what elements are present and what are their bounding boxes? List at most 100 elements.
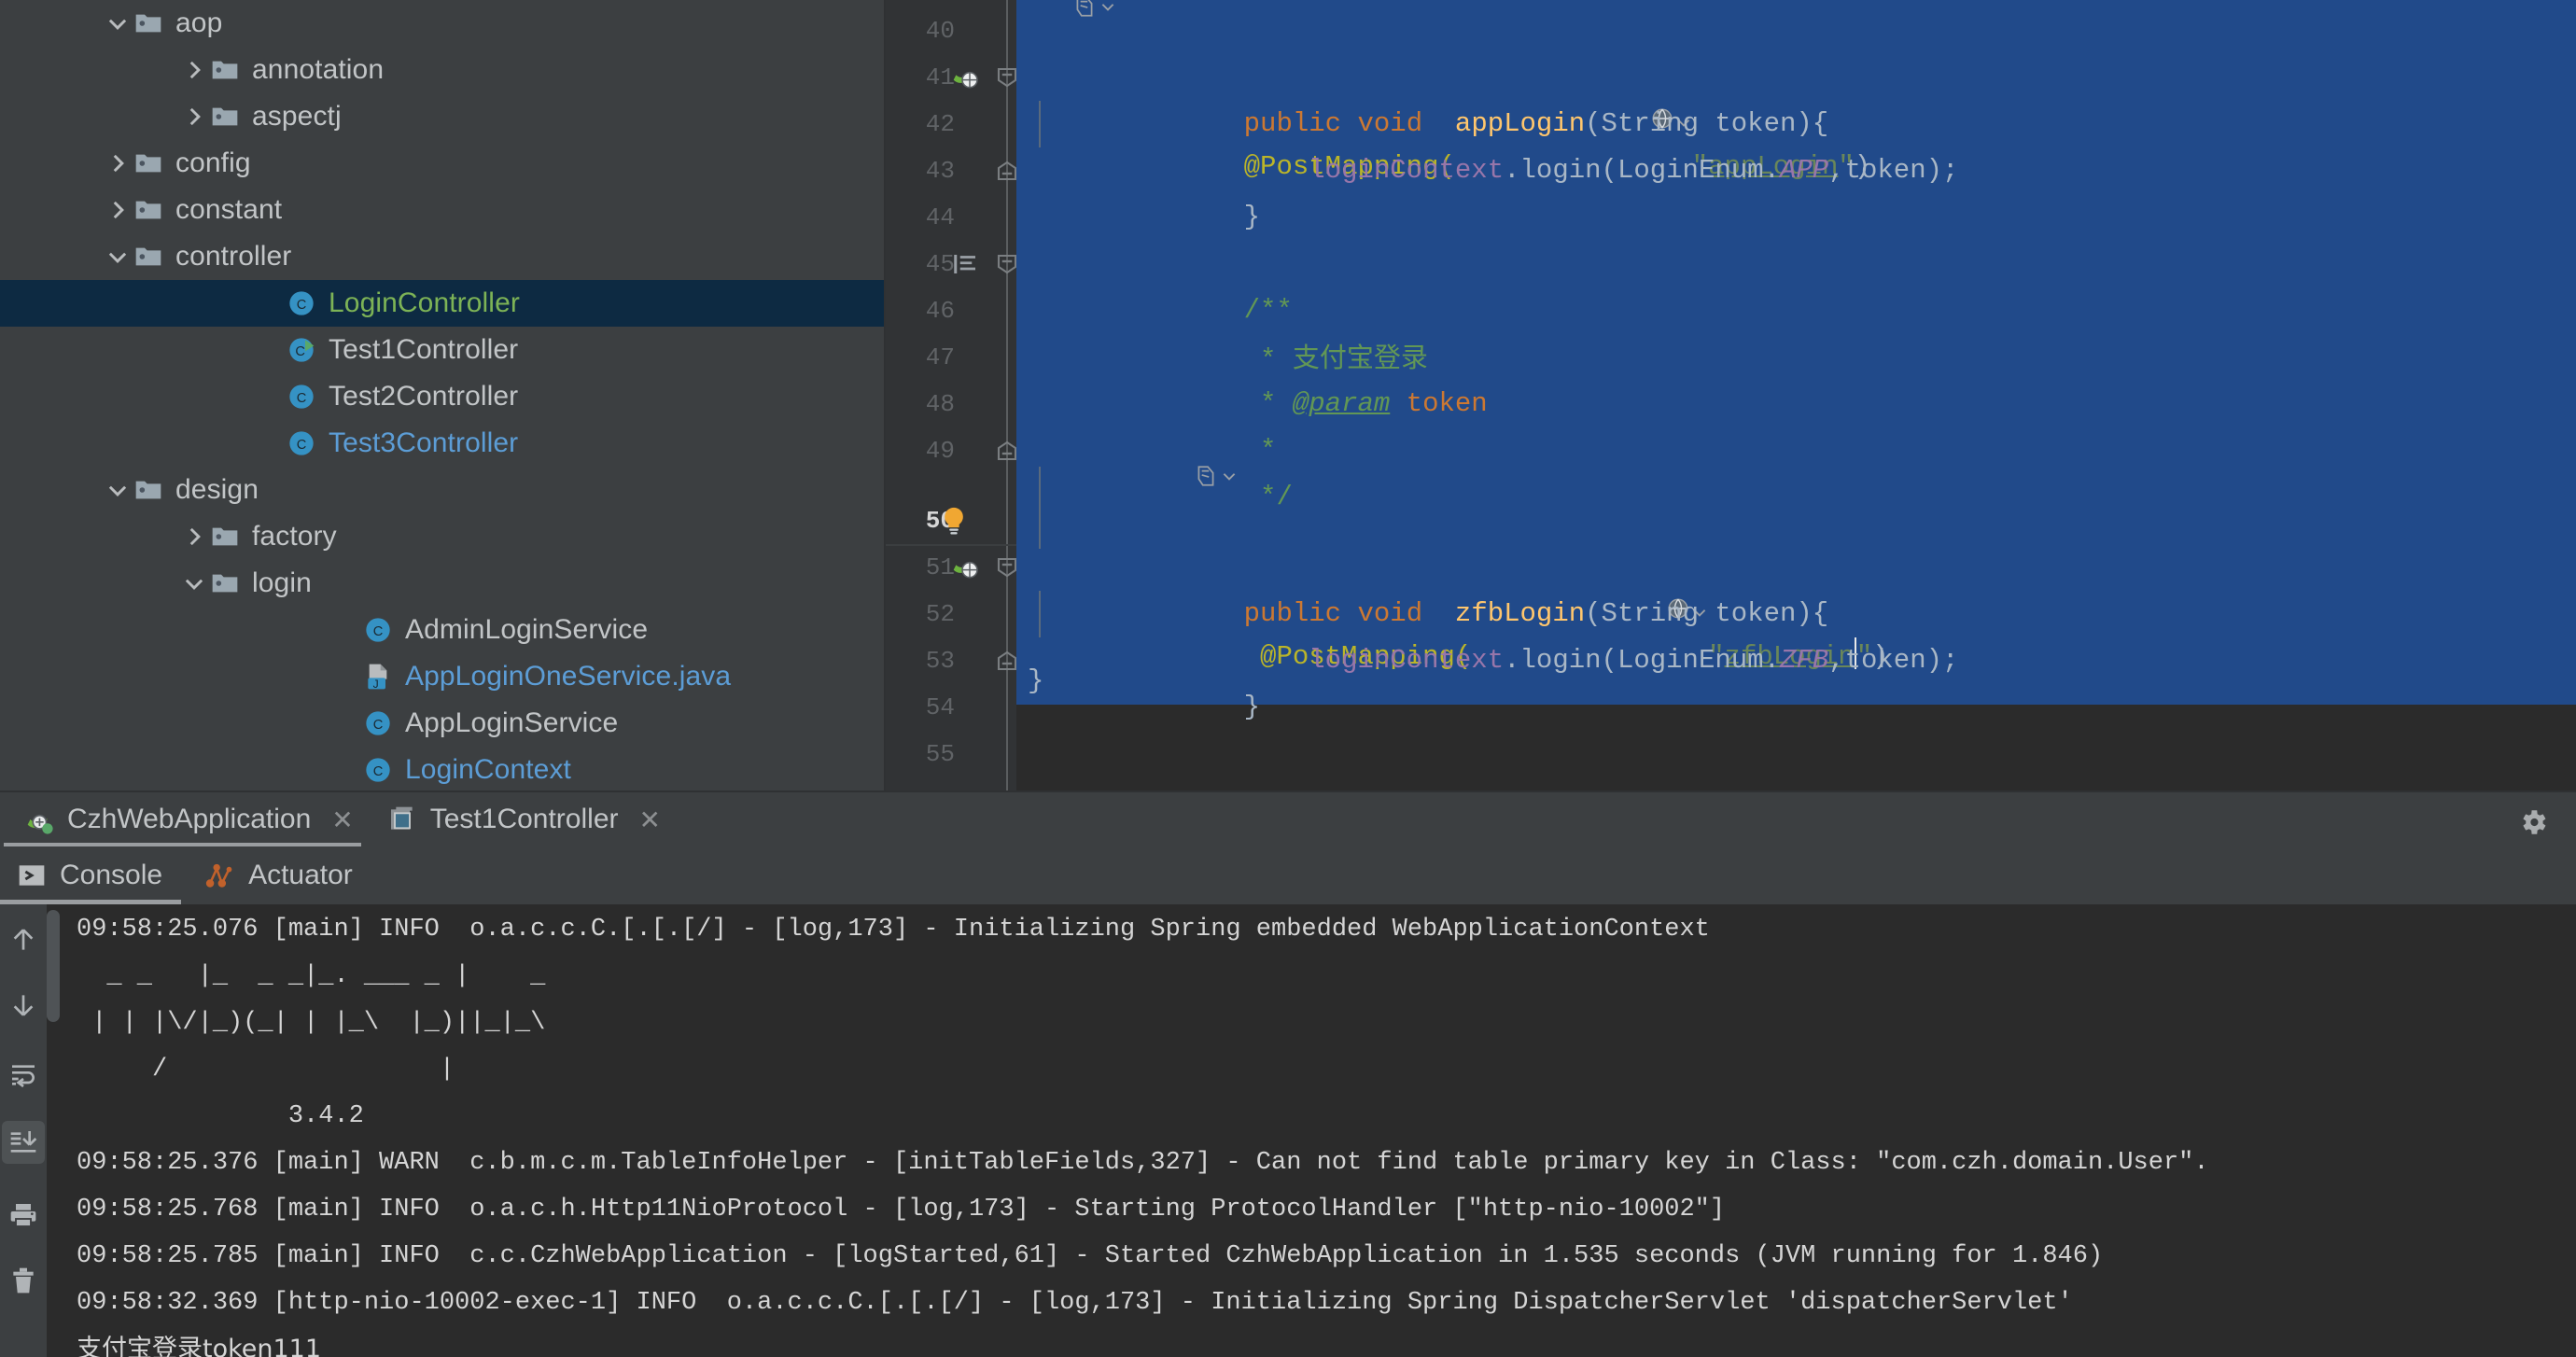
tree-item-factory[interactable]: factory xyxy=(0,513,884,560)
chevron-right-icon[interactable] xyxy=(179,102,209,132)
gutter-spring-bean-web-icon-51[interactable] xyxy=(947,544,985,591)
tree-item-controller[interactable]: controller xyxy=(0,233,884,280)
chevron-right-icon[interactable] xyxy=(103,195,133,225)
code-line-44[interactable] xyxy=(1016,194,2576,241)
console-line: 3.4.2 xyxy=(77,1102,364,1130)
code-line-50[interactable]: @PostMapping( "zfbLogin") xyxy=(1016,497,2576,672)
code-line-52[interactable]: loginContext.login(LoginEnum.ZFB,token); xyxy=(1016,591,2576,676)
spring-bean-web-icon[interactable] xyxy=(951,553,981,582)
code-line-45[interactable]: /** xyxy=(1016,241,2576,326)
run-tab-test1controller[interactable]: Test1Controller ✕ xyxy=(365,791,672,847)
console-toolbar[interactable] xyxy=(0,904,47,1357)
gear-icon[interactable] xyxy=(2516,805,2550,839)
chevron-right-icon[interactable] xyxy=(179,55,209,85)
run-tab-czhwebapplication[interactable]: CzhWebApplication ✕ xyxy=(0,791,365,847)
chevron-down-icon[interactable] xyxy=(182,571,206,595)
console-output[interactable]: 09:58:25.076 [main] INFO o.a.c.c.C.[.[.[… xyxy=(47,904,2576,1357)
chevron-down-icon[interactable] xyxy=(105,478,130,502)
tree-item-aop[interactable]: aop xyxy=(0,0,884,47)
spring-boot-running-icon xyxy=(27,814,53,834)
chevron-right-icon[interactable] xyxy=(179,522,209,552)
tree-item-test1controller[interactable]: C Test1Controller xyxy=(0,327,884,373)
console-tab-console[interactable]: Console xyxy=(0,846,187,904)
code-line-43[interactable]: } xyxy=(1016,147,2576,232)
chevron-down-icon[interactable] xyxy=(105,11,130,35)
soft-wrap-icon[interactable] xyxy=(8,1060,38,1090)
chevron-down-icon[interactable] xyxy=(105,245,130,269)
chevron-right-icon[interactable] xyxy=(182,525,206,549)
code-line-40[interactable]: @PostMapping( "appLogin") xyxy=(1016,7,2576,182)
code-editor[interactable]: 4041424344454647484950515253545556 @Post… xyxy=(886,0,2576,790)
java-file-icon: J xyxy=(362,661,394,692)
code-line-48[interactable]: * xyxy=(1016,381,2576,466)
javadoc-icon[interactable] xyxy=(952,250,980,278)
next-occurrence[interactable] xyxy=(2,984,45,1027)
scroll-to-end-icon[interactable] xyxy=(8,1127,38,1157)
tree-item-config[interactable]: config xyxy=(0,140,884,187)
indent-guide-42 xyxy=(1039,101,1041,147)
editor-gutter[interactable]: 4041424344454647484950515253545556 xyxy=(886,0,1017,790)
spring-inlay-hint-zfb[interactable] xyxy=(1194,462,1238,490)
chevron-right-icon[interactable] xyxy=(182,58,206,82)
trash-icon[interactable] xyxy=(8,1266,38,1295)
scroll-to-end-toggle[interactable] xyxy=(2,1121,45,1164)
code-line-47[interactable]: * @param token xyxy=(1016,334,2576,419)
arrow-down-icon[interactable] xyxy=(8,990,38,1020)
spring-bean-web-icon[interactable] xyxy=(951,63,981,92)
java-class-icon: C xyxy=(289,291,314,315)
folder-icon xyxy=(135,201,161,219)
console-scrollbar[interactable] xyxy=(47,910,60,1022)
tree-item-logincontext[interactable]: C LoginContext xyxy=(0,747,884,790)
print-icon[interactable] xyxy=(8,1200,38,1230)
arrow-up-icon[interactable] xyxy=(8,925,38,955)
chevron-right-icon[interactable] xyxy=(182,105,206,129)
code-line-46[interactable]: * 支付宝登录 xyxy=(1016,287,2576,375)
tree-item-label: AdminLoginService xyxy=(405,614,649,645)
console-icon xyxy=(17,860,47,890)
tree-item-logincontroller[interactable]: C LoginController xyxy=(0,280,884,327)
gutter-intention-bulb-icon-50[interactable] xyxy=(932,497,975,544)
tree-item-apploginoneservice-java[interactable]: J AppLoginOneService.java xyxy=(0,653,884,700)
tree-item-adminloginservice[interactable]: C AdminLoginService xyxy=(0,607,884,653)
tree-item-test2controller[interactable]: C Test2Controller xyxy=(0,373,884,420)
chevron-right-icon[interactable] xyxy=(105,151,130,175)
code-line-55-text[interactable] xyxy=(1016,658,2576,705)
chevron-down-icon[interactable] xyxy=(103,242,133,272)
console-tab-actuator[interactable]: Actuator xyxy=(187,846,377,904)
folder-icon xyxy=(209,101,241,133)
code-line-49[interactable]: */ xyxy=(1016,427,2576,512)
chevron-down-icon[interactable] xyxy=(103,8,133,38)
tree-item-aspectj[interactable]: aspectj xyxy=(0,93,884,140)
gutter-javadoc-icon-45[interactable] xyxy=(947,241,985,287)
chevron-right-icon[interactable] xyxy=(105,198,130,222)
chevron-down-icon[interactable] xyxy=(179,568,209,598)
close-icon[interactable]: ✕ xyxy=(639,804,661,835)
tree-item-annotation[interactable]: annotation xyxy=(0,47,884,93)
code-line-42[interactable]: loginContext.login(LoginEnum.APP,token); xyxy=(1016,101,2576,186)
tree-item-login[interactable]: login xyxy=(0,560,884,607)
close-icon[interactable]: ✕ xyxy=(331,804,353,835)
tree-item-design[interactable]: design xyxy=(0,467,884,513)
project-tree-panel[interactable]: aop annotation aspectj config constant contro… xyxy=(0,0,884,790)
clear-all-button[interactable] xyxy=(2,1259,45,1302)
tree-item-label: constant xyxy=(175,194,283,225)
folder-icon xyxy=(135,481,161,499)
intention-bulb-icon[interactable] xyxy=(938,505,970,537)
console-tool-tabs[interactable]: Console Actuator xyxy=(0,846,2576,904)
code-text-area[interactable]: @PostMapping( "appLogin") public void ap… xyxy=(1016,0,2576,790)
gutter-spring-bean-web-icon-41[interactable] xyxy=(947,54,985,101)
run-tool-window-tabs[interactable]: CzhWebApplication ✕ Test1Controller ✕ xyxy=(0,790,2576,847)
soft-wrap-toggle[interactable] xyxy=(2,1054,45,1097)
tree-item-constant[interactable]: constant xyxy=(0,187,884,233)
previous-occurrence[interactable] xyxy=(2,918,45,961)
code-line-41[interactable]: public void appLogin(String token){ xyxy=(1016,54,2576,139)
code-line-51[interactable]: public void zfbLogin(String token){ xyxy=(1016,544,2576,629)
tree-item-test3controller[interactable]: C Test3Controller xyxy=(0,420,884,467)
chevron-right-icon[interactable] xyxy=(103,148,133,178)
svg-text:C: C xyxy=(297,438,307,453)
chevron-down-icon[interactable] xyxy=(103,475,133,505)
tree-item-apploginservice[interactable]: C AppLoginService xyxy=(0,700,884,747)
print-button[interactable] xyxy=(2,1194,45,1237)
